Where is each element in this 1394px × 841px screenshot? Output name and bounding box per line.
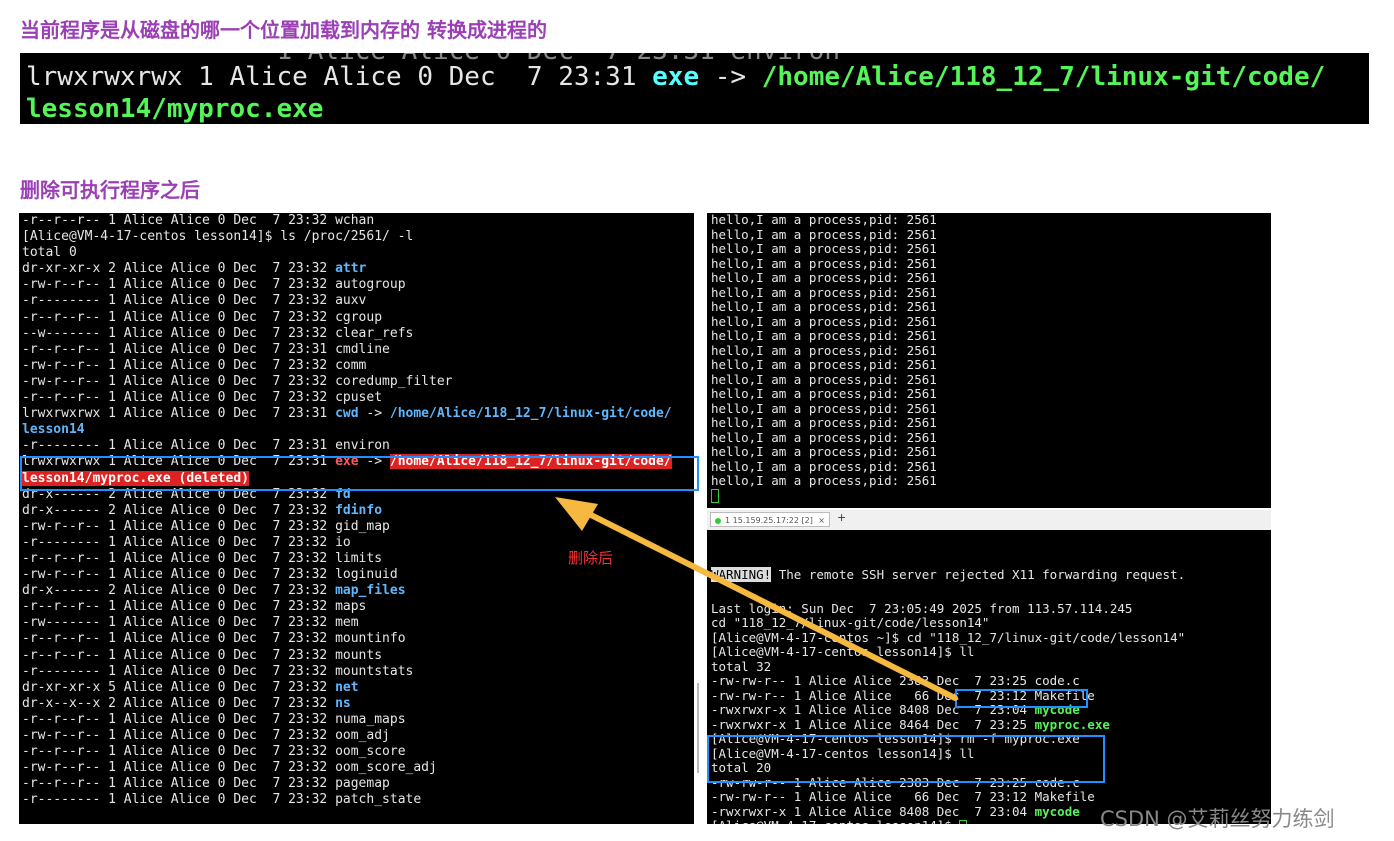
- annotation-arrow-icon: [555, 497, 958, 701]
- annotation-note: 删除后: [568, 549, 614, 567]
- watermark: CSDN @艾莉丝努力练剑: [1100, 807, 1335, 831]
